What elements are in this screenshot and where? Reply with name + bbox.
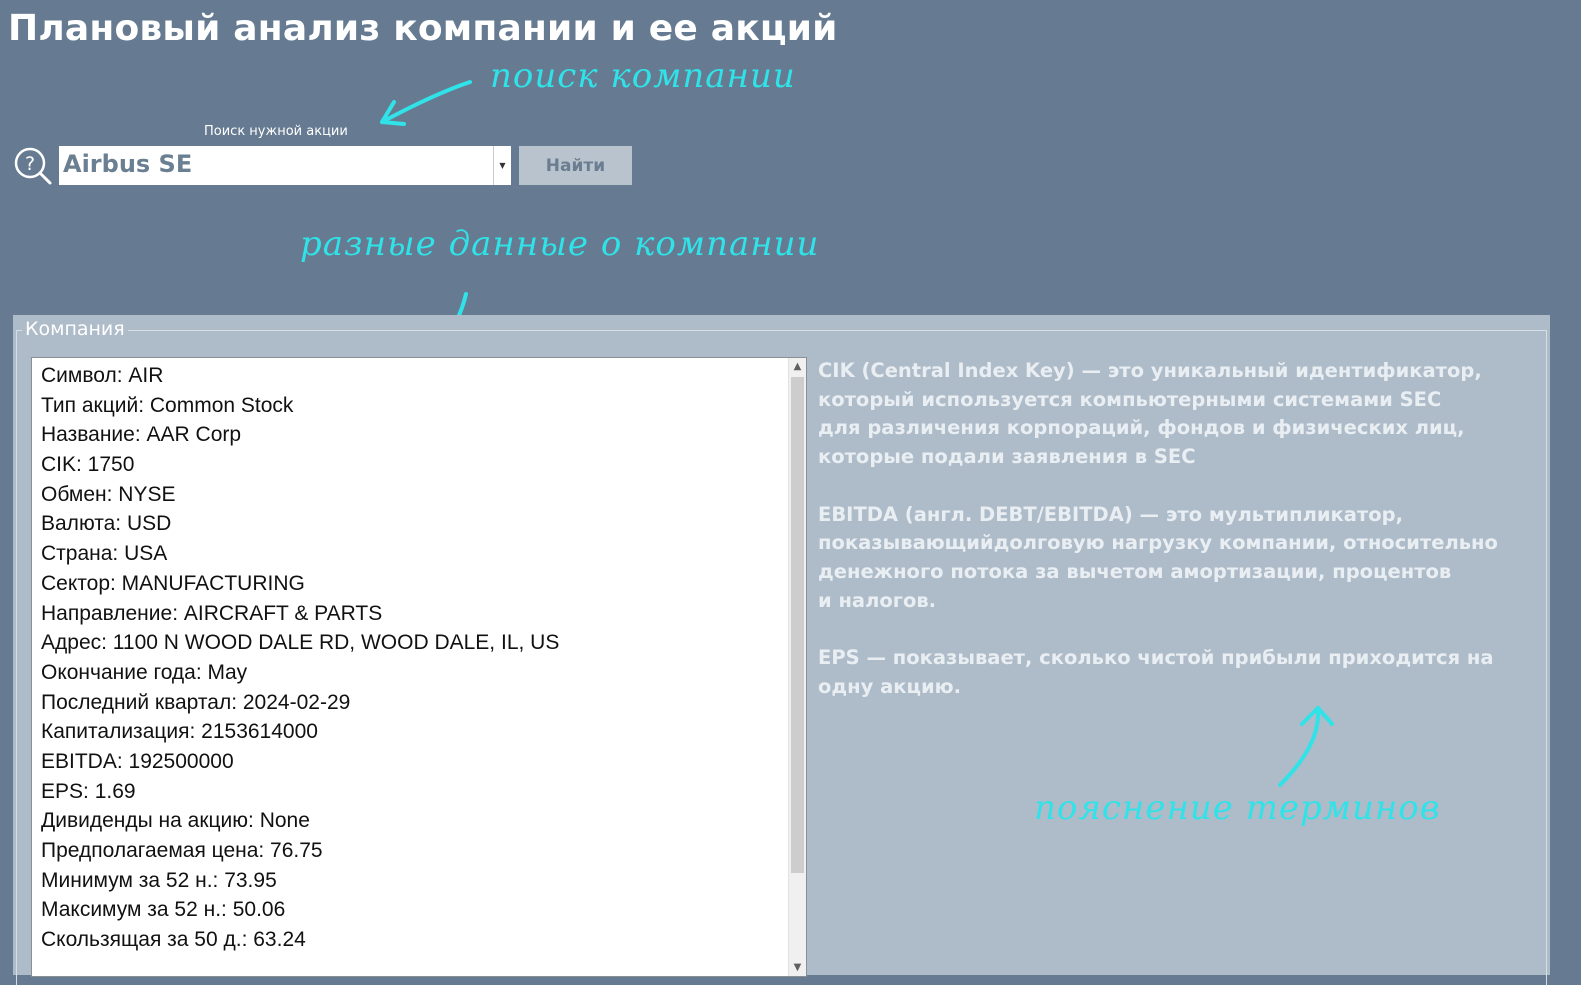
glossary-paragraph: EPS — показывает, сколько чистой прибыли… [818, 646, 1494, 698]
list-item: Название: AAR Corp [41, 423, 242, 447]
search-label: Поиск нужной акции [204, 124, 348, 139]
list-item: EPS: 1.69 [41, 779, 136, 803]
list-item: Предполагаемая цена: 76.75 [41, 839, 323, 862]
glossary-paragraph: CIK (Central Index Key) — это уникальный… [818, 359, 1482, 469]
list-item: Последний квартал: 2024-02-29 [41, 690, 351, 714]
vertical-scrollbar[interactable]: ▲ ▼ [788, 358, 806, 976]
list-item: Максимум за 52 н.: 50.06 [41, 898, 286, 922]
list-item: Скользящая за 50 д.: 63.24 [41, 928, 306, 952]
find-button[interactable]: Найти [519, 146, 632, 185]
search-input[interactable]: Airbus SE ▼ [59, 146, 511, 185]
glossary-paragraph: EBITDA (англ. DEBT/EBITDA) — это мультип… [818, 502, 1498, 612]
list-item: CIK: 1750 [41, 453, 135, 477]
scroll-thumb[interactable] [791, 377, 804, 873]
list-item: EBITDA: 192500000 [41, 749, 234, 773]
list-item: Дивиденды на акцию: None [41, 809, 310, 833]
page-title: Плановый анализ компании и ее акций [8, 8, 838, 49]
scroll-down-icon[interactable]: ▼ [789, 959, 806, 976]
list-item: Капитализация: 2153614000 [41, 720, 318, 744]
list-item: Страна: USA [41, 542, 168, 566]
annotation-terms: пояснение терминов [1034, 788, 1441, 828]
list-item: Обмен: NYSE [41, 482, 176, 506]
glossary-panel: CIK (Central Index Key) — это уникальный… [818, 357, 1518, 730]
company-info-list[interactable]: Символ: AIR Тип акций: Common Stock Назван… [31, 357, 807, 977]
dropdown-arrow-icon[interactable]: ▼ [493, 146, 511, 185]
list-item: Тип акций: Common Stock [41, 393, 294, 417]
annotation-search: поиск компании [490, 56, 796, 96]
annotation-arrow-icon [380, 80, 472, 126]
list-item: Направление: AIRCRAFT & PARTS [41, 601, 383, 625]
company-group-legend: Компания [22, 318, 128, 340]
search-input-value: Airbus SE [63, 150, 193, 178]
scroll-up-icon[interactable]: ▲ [789, 358, 806, 375]
list-item: Адрес: 1100 N WOOD DALE RD, WOOD DALE, I… [41, 631, 560, 655]
annotation-arrow-icon [1278, 706, 1334, 787]
annotation-data: разные данные о компании [300, 224, 820, 264]
list-item: Минимум за 52 н.: 73.95 [41, 868, 277, 892]
list-item: Окончание года: May [41, 660, 248, 684]
search-help-icon[interactable]: ? [13, 146, 53, 186]
company-group: Компания Символ: AIR Тип акций: Common St… [13, 315, 1550, 985]
list-item: Символ: AIR [41, 364, 164, 387]
list-item: Сектор: MANUFACTURING [41, 571, 305, 595]
company-info-lines: Символ: AIR Тип акций: Common Stock Назван… [41, 364, 559, 958]
list-item: Валюта: USD [41, 512, 172, 536]
svg-text:?: ? [25, 153, 35, 175]
